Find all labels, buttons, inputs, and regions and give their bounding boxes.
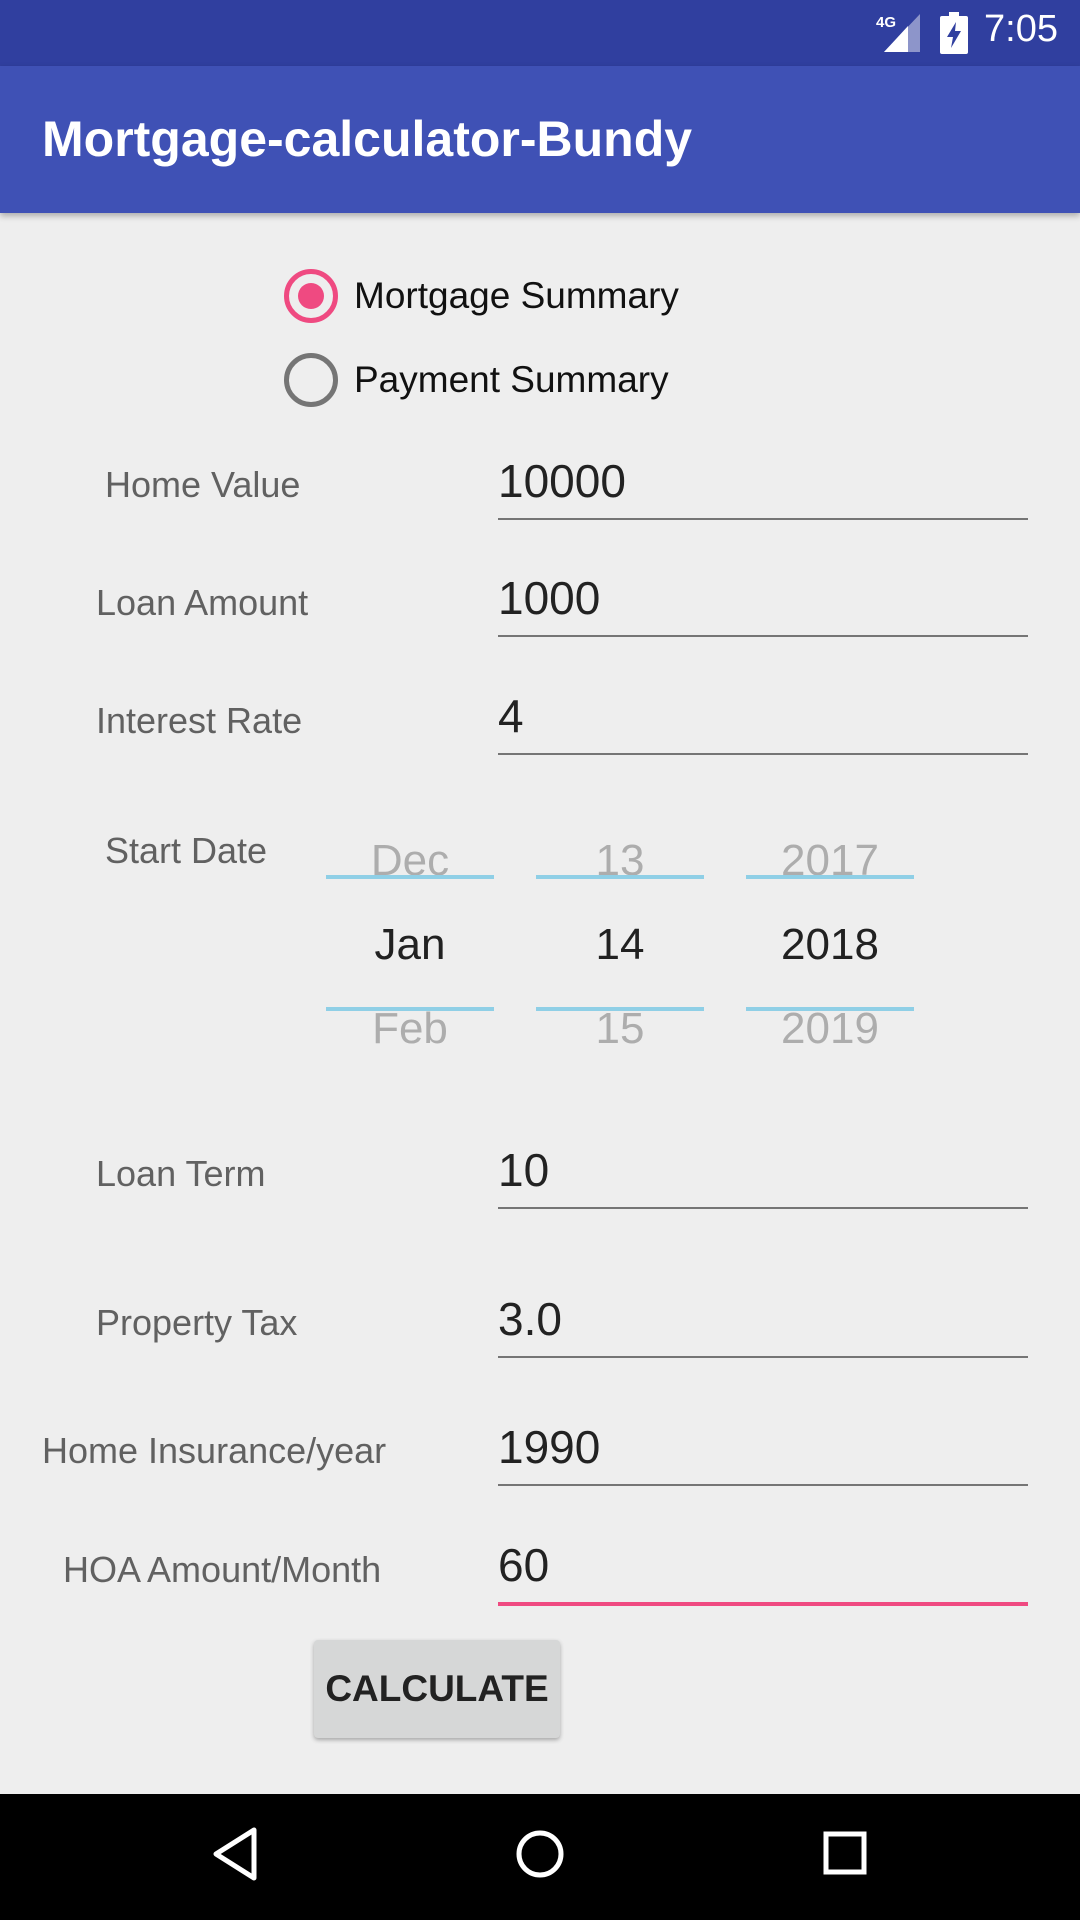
picker-divider [536, 875, 704, 879]
property-tax-field[interactable]: 3.0 [498, 1288, 1028, 1358]
interest-rate-field[interactable]: 4 [498, 685, 1028, 755]
radio-mortgage-summary[interactable]: Mortgage Summary [284, 266, 679, 326]
month-picker[interactable]: Dec Jan Feb [326, 820, 494, 1080]
month-current[interactable]: Jan [326, 920, 494, 970]
month-next[interactable]: Feb [326, 1004, 494, 1054]
radio-checked-icon [284, 269, 338, 323]
loan-amount-label: Loan Amount [96, 582, 309, 623]
day-current[interactable]: 14 [536, 920, 704, 970]
property-tax-input[interactable]: 3.0 [498, 1292, 562, 1346]
start-date-label: Start Date [105, 830, 268, 871]
clock: 7:05 [984, 8, 1058, 50]
property-tax-label: Property Tax [96, 1302, 298, 1343]
year-next[interactable]: 2019 [746, 1004, 914, 1054]
radio-label: Payment Summary [354, 359, 669, 400]
hoa-amount-input[interactable]: 60 [498, 1538, 549, 1592]
battery-charging-icon [940, 12, 968, 54]
day-picker[interactable]: 13 14 15 [536, 820, 704, 1080]
home-insurance-input[interactable]: 1990 [498, 1420, 600, 1474]
radio-label: Mortgage Summary [354, 275, 679, 316]
loan-term-field[interactable]: 10 [498, 1139, 1028, 1209]
picker-divider [746, 875, 914, 879]
home-insurance-label: Home Insurance/year [42, 1430, 387, 1471]
signal-icon [884, 14, 920, 52]
loan-term-label: Loan Term [96, 1153, 266, 1194]
navigation-bar [0, 1794, 1080, 1920]
hoa-amount-field[interactable]: 60 [498, 1536, 1028, 1606]
loan-amount-field[interactable]: 1000 [498, 567, 1028, 637]
year-current[interactable]: 2018 [746, 920, 914, 970]
home-value-label: Home Value [105, 464, 301, 505]
hoa-amount-label: HOA Amount/Month [63, 1549, 382, 1590]
radio-payment-summary[interactable]: Payment Summary [284, 350, 669, 410]
day-next[interactable]: 15 [536, 1004, 704, 1054]
loan-amount-input[interactable]: 1000 [498, 571, 600, 625]
year-picker[interactable]: 2017 2018 2019 [746, 820, 914, 1080]
home-icon[interactable] [512, 1824, 568, 1884]
recents-icon[interactable] [820, 1824, 870, 1884]
app-bar: Mortgage-calculator-Bundy [0, 66, 1080, 213]
home-value-field[interactable]: 10000 [498, 450, 1028, 520]
radio-unchecked-icon [284, 353, 338, 407]
app-title: Mortgage-calculator-Bundy [42, 111, 693, 167]
back-icon[interactable] [210, 1824, 260, 1884]
calculate-button[interactable]: CALCULATE [314, 1640, 560, 1738]
interest-rate-label: Interest Rate [96, 700, 303, 741]
loan-term-input[interactable]: 10 [498, 1143, 549, 1197]
home-value-input[interactable]: 10000 [498, 454, 626, 508]
status-bar: 4G 7:05 [0, 0, 1080, 66]
home-insurance-field[interactable]: 1990 [498, 1416, 1028, 1486]
interest-rate-input[interactable]: 4 [498, 689, 524, 743]
picker-divider [326, 875, 494, 879]
